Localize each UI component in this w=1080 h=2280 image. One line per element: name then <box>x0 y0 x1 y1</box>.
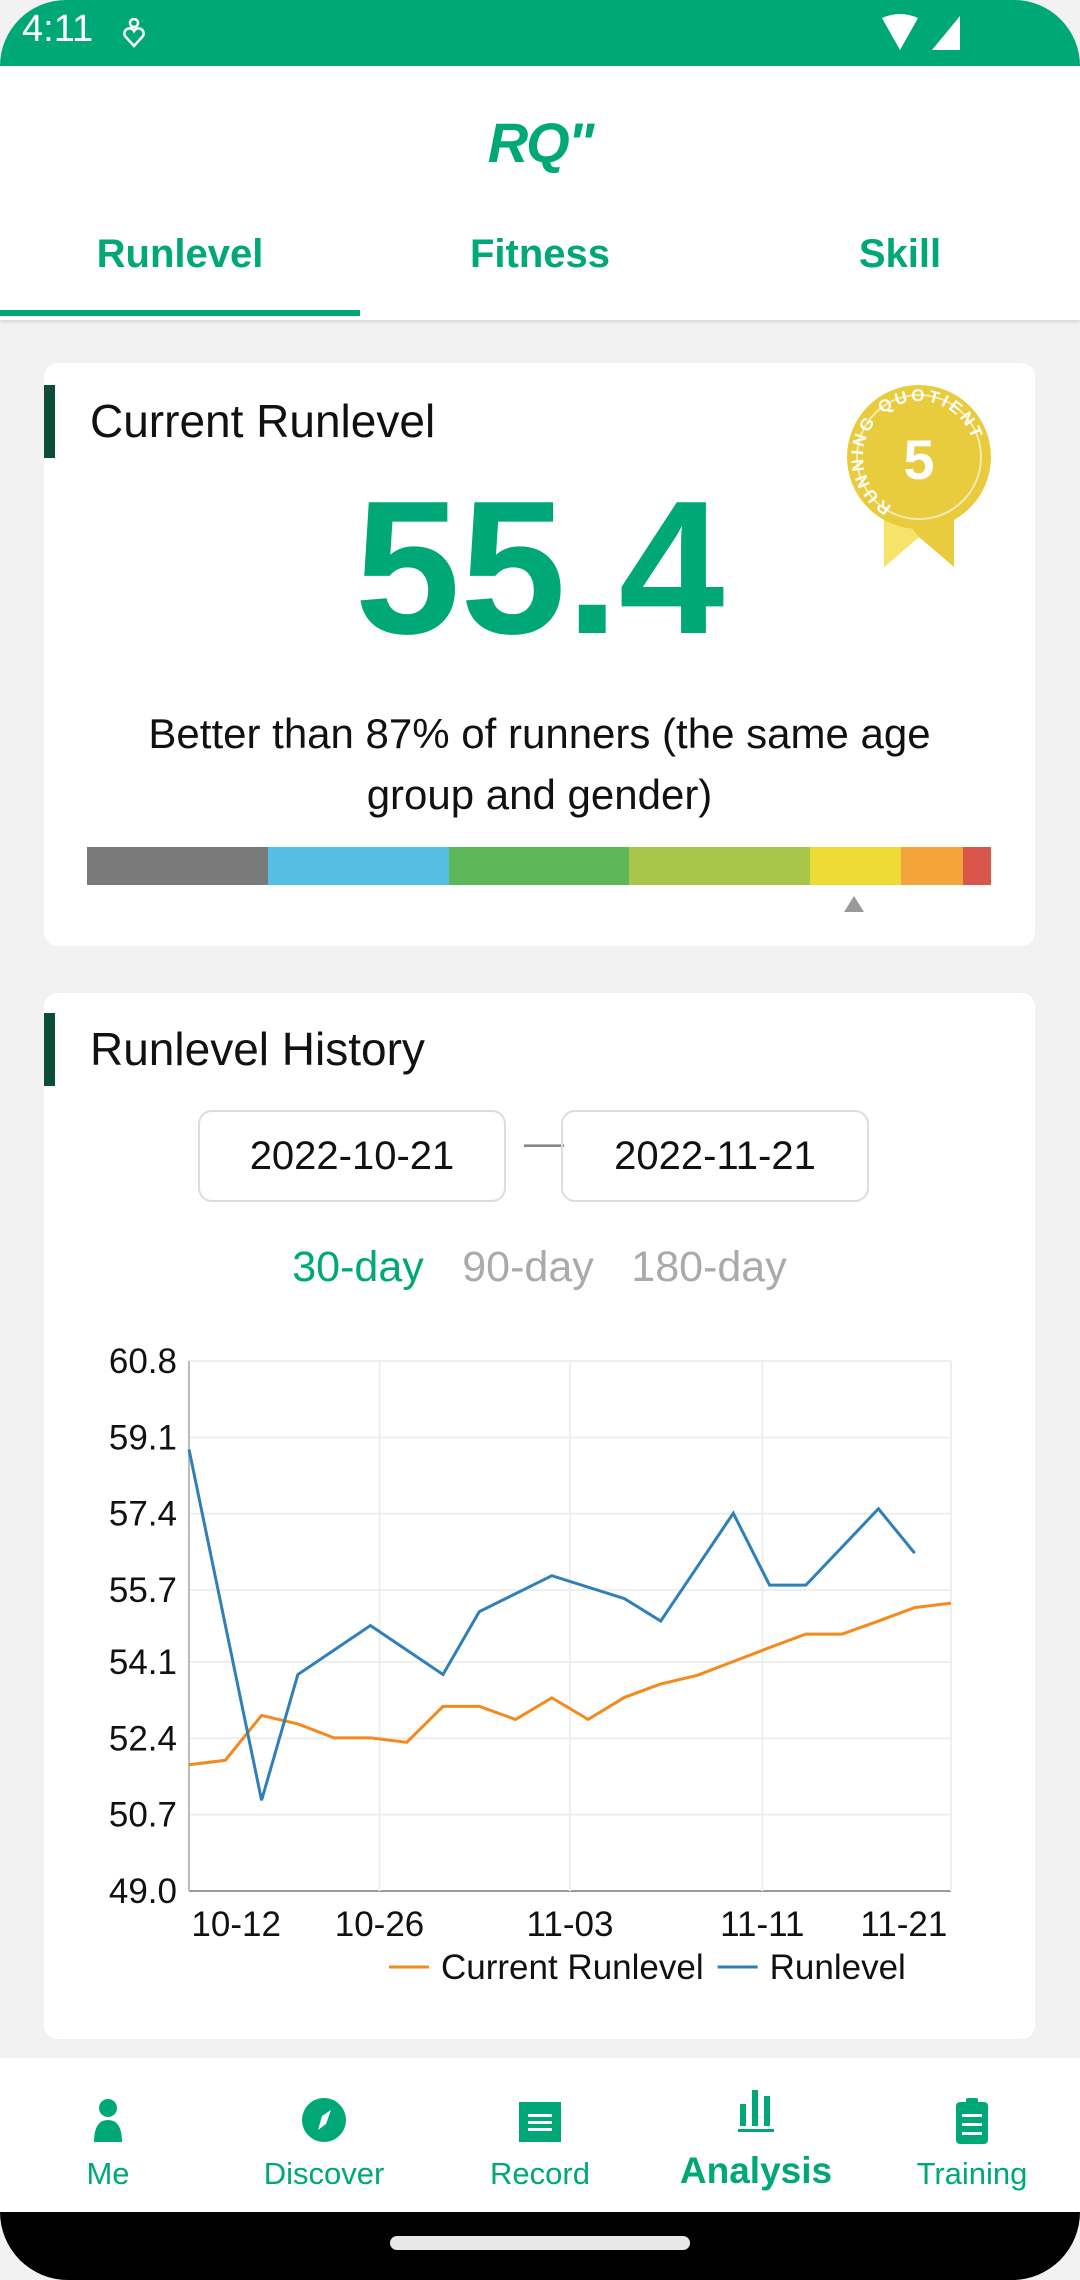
nav-analysis[interactable]: Analysis <box>648 2058 864 2212</box>
status-time: 4:11 <box>22 8 94 50</box>
x-tick-label: 11-11 <box>720 1905 804 1944</box>
card-title: Current Runlevel <box>44 385 435 458</box>
wifi-signal-icon <box>882 14 960 50</box>
tab-fitness[interactable]: Fitness <box>360 232 720 277</box>
rq-logo: RQ" <box>487 111 595 174</box>
nav-record[interactable]: Record <box>432 2058 648 2212</box>
status-bar: 4:11 <box>0 0 1080 66</box>
nav-discover[interactable]: Discover <box>216 2058 432 2212</box>
level-segment <box>900 847 963 885</box>
y-tick-label: 54.1 <box>109 1643 177 1682</box>
tab-runlevel[interactable]: Runlevel <box>0 232 360 277</box>
nav-label: Analysis <box>679 2150 833 2191</box>
app-header: RQ" Runlevel Fitness Skill <box>0 66 1080 320</box>
x-tick-label: 11-03 <box>527 1905 614 1944</box>
period-30-day[interactable]: 30-day <box>292 1243 423 1292</box>
current-runlevel-card: Current Runlevel RUNNING QUOTIENT 5 55.4… <box>44 363 1035 946</box>
level-segment <box>267 847 449 885</box>
end-date-picker[interactable]: 2022-11-21 <box>561 1110 869 1202</box>
nav-me[interactable]: Me <box>0 2058 216 2212</box>
nav-label: Discover <box>263 2156 385 2191</box>
bottom-nav: Me Discover Record Analysis Training <box>0 2058 1080 2212</box>
y-tick-label: 55.7 <box>109 1571 177 1610</box>
clipboard-icon <box>956 2098 988 2144</box>
level-segment <box>629 847 811 885</box>
y-tick-label: 57.4 <box>109 1495 177 1534</box>
x-tick-label: 10-12 <box>191 1905 281 1944</box>
start-date-picker[interactable]: 2022-10-21 <box>198 1110 506 1202</box>
compass-icon <box>302 2098 346 2142</box>
nav-label: Record <box>490 2156 590 2191</box>
calendar-icon <box>519 2102 561 2142</box>
location-heart-icon <box>123 18 145 48</box>
y-tick-label: 50.7 <box>109 1796 177 1835</box>
y-tick-label: 49.0 <box>109 1872 177 1911</box>
y-tick-label: 59.1 <box>109 1418 177 1457</box>
level-segment <box>448 847 630 885</box>
x-tick-label: 10-26 <box>335 1905 425 1944</box>
active-tab-indicator <box>0 310 360 316</box>
level-segment <box>87 847 268 885</box>
runlevel-history-chart: 60.8 59.1 57.4 55.7 54.1 52.4 50.7 49.0 10-12 10-… <box>109 1342 952 1987</box>
nav-label: Me <box>86 2156 130 2191</box>
level-segment <box>962 847 991 885</box>
percentile-text: Better than 87% of runners (the same age… <box>148 710 931 818</box>
period-90-day[interactable]: 90-day <box>462 1243 593 1292</box>
level-segment <box>810 847 901 885</box>
nav-label: Training <box>916 2156 1028 2191</box>
x-tick-label: 11-21 <box>860 1905 947 1944</box>
card-title: Runlevel History <box>44 1013 425 1086</box>
date-separator: — <box>524 1121 564 1165</box>
tab-skill[interactable]: Skill <box>720 232 1080 277</box>
home-gesture-handle[interactable] <box>390 2236 690 2250</box>
legend-label: Runlevel <box>770 1948 906 1987</box>
current-runlevel-value: 55.4 <box>354 462 725 674</box>
series-line-runlevel <box>187 1449 916 1801</box>
person-icon <box>94 2099 122 2142</box>
runlevel-history-card: Runlevel History 2022-10-21 — 2022-11-21… <box>44 993 1035 2039</box>
legend-label: Current Runlevel <box>441 1948 704 1987</box>
bar-chart-icon <box>738 2090 774 2132</box>
y-tick-label: 52.4 <box>109 1719 177 1758</box>
level-marker <box>844 896 865 912</box>
level-scale-bar <box>87 847 991 885</box>
y-tick-label: 60.8 <box>109 1342 177 1381</box>
nav-training[interactable]: Training <box>864 2058 1080 2212</box>
period-180-day[interactable]: 180-day <box>631 1243 786 1292</box>
